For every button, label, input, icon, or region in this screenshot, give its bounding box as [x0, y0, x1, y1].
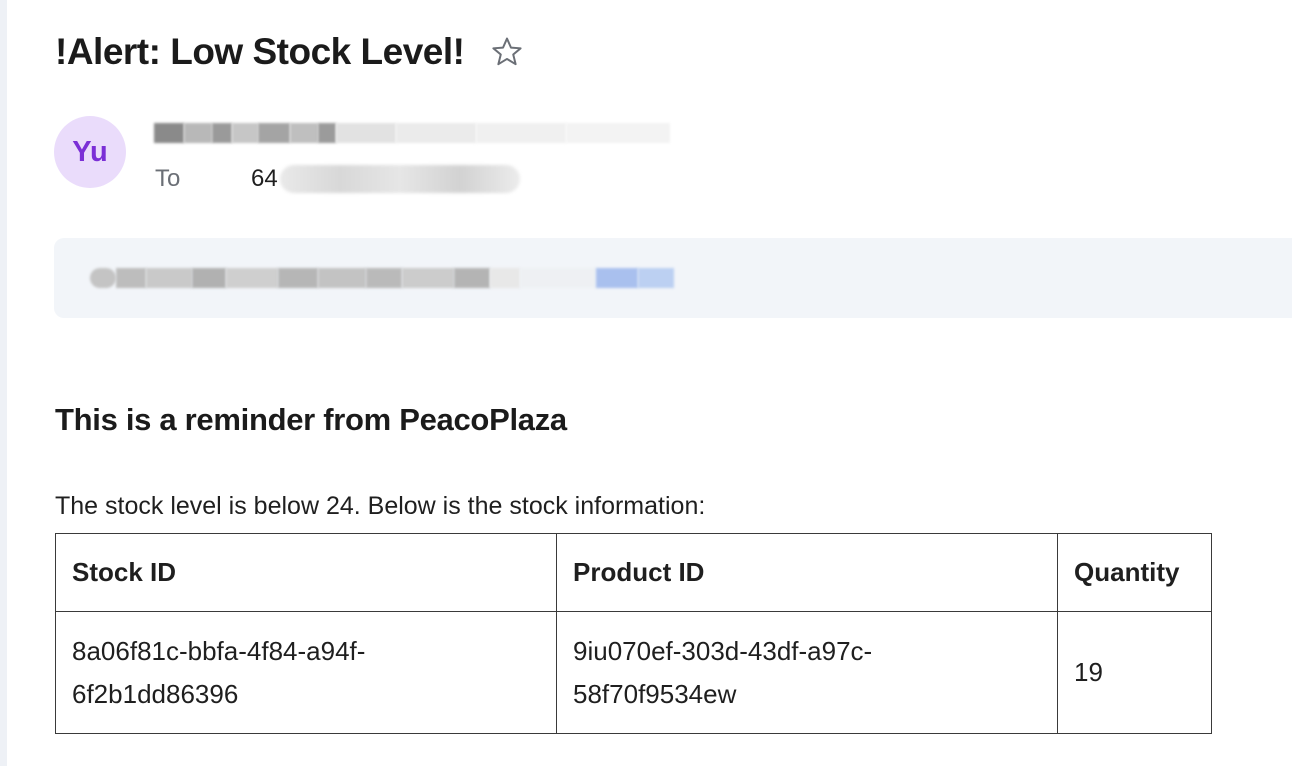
table-row: 8a06f81c-bbfa-4f84-a94f- 6f2b1dd86396 9i… — [55, 611, 1212, 734]
subject-row: !Alert: Low Stock Level! — [55, 28, 524, 76]
email-body-intro: The stock level is below 24. Below is th… — [55, 492, 706, 520]
left-border — [0, 0, 7, 766]
recipient-redacted — [279, 165, 520, 193]
to-label: To — [155, 165, 181, 192]
sender-avatar[interactable]: Yu — [54, 116, 126, 188]
recipient-value[interactable]: 64 — [251, 165, 278, 193]
translate-link-redacted[interactable] — [596, 268, 638, 288]
star-icon[interactable] — [490, 35, 524, 69]
email-view: !Alert: Low Stock Level! Yu To 64 This i… — [0, 0, 1292, 766]
cell-quantity: 19 — [1057, 611, 1212, 734]
cell-product-id: 9iu070ef-303d-43df-a97c- 58f70f9534ew — [556, 611, 1058, 734]
header-stock-id: Stock ID — [55, 533, 557, 612]
stock-table: Stock ID Product ID Quantity 8a06f81c-bb… — [55, 533, 1212, 734]
cell-stock-id: 8a06f81c-bbfa-4f84-a94f- 6f2b1dd86396 — [55, 611, 557, 734]
header-product-id: Product ID — [556, 533, 1058, 612]
table-header-row: Stock ID Product ID Quantity — [55, 533, 1212, 612]
sender-redacted — [154, 118, 670, 148]
stock-id-value: 8a06f81c-bbfa-4f84-a94f- 6f2b1dd86396 — [72, 635, 366, 709]
email-subject: !Alert: Low Stock Level! — [55, 31, 465, 72]
header-quantity: Quantity — [1057, 533, 1212, 612]
product-id-value: 9iu070ef-303d-43df-a97c- 58f70f9534ew — [573, 635, 873, 709]
translation-banner — [54, 238, 1292, 318]
translation-banner-redacted — [90, 264, 674, 292]
recipient-row: To 64 — [155, 160, 520, 198]
email-body-heading: This is a reminder from PeacoPlaza — [55, 402, 567, 437]
